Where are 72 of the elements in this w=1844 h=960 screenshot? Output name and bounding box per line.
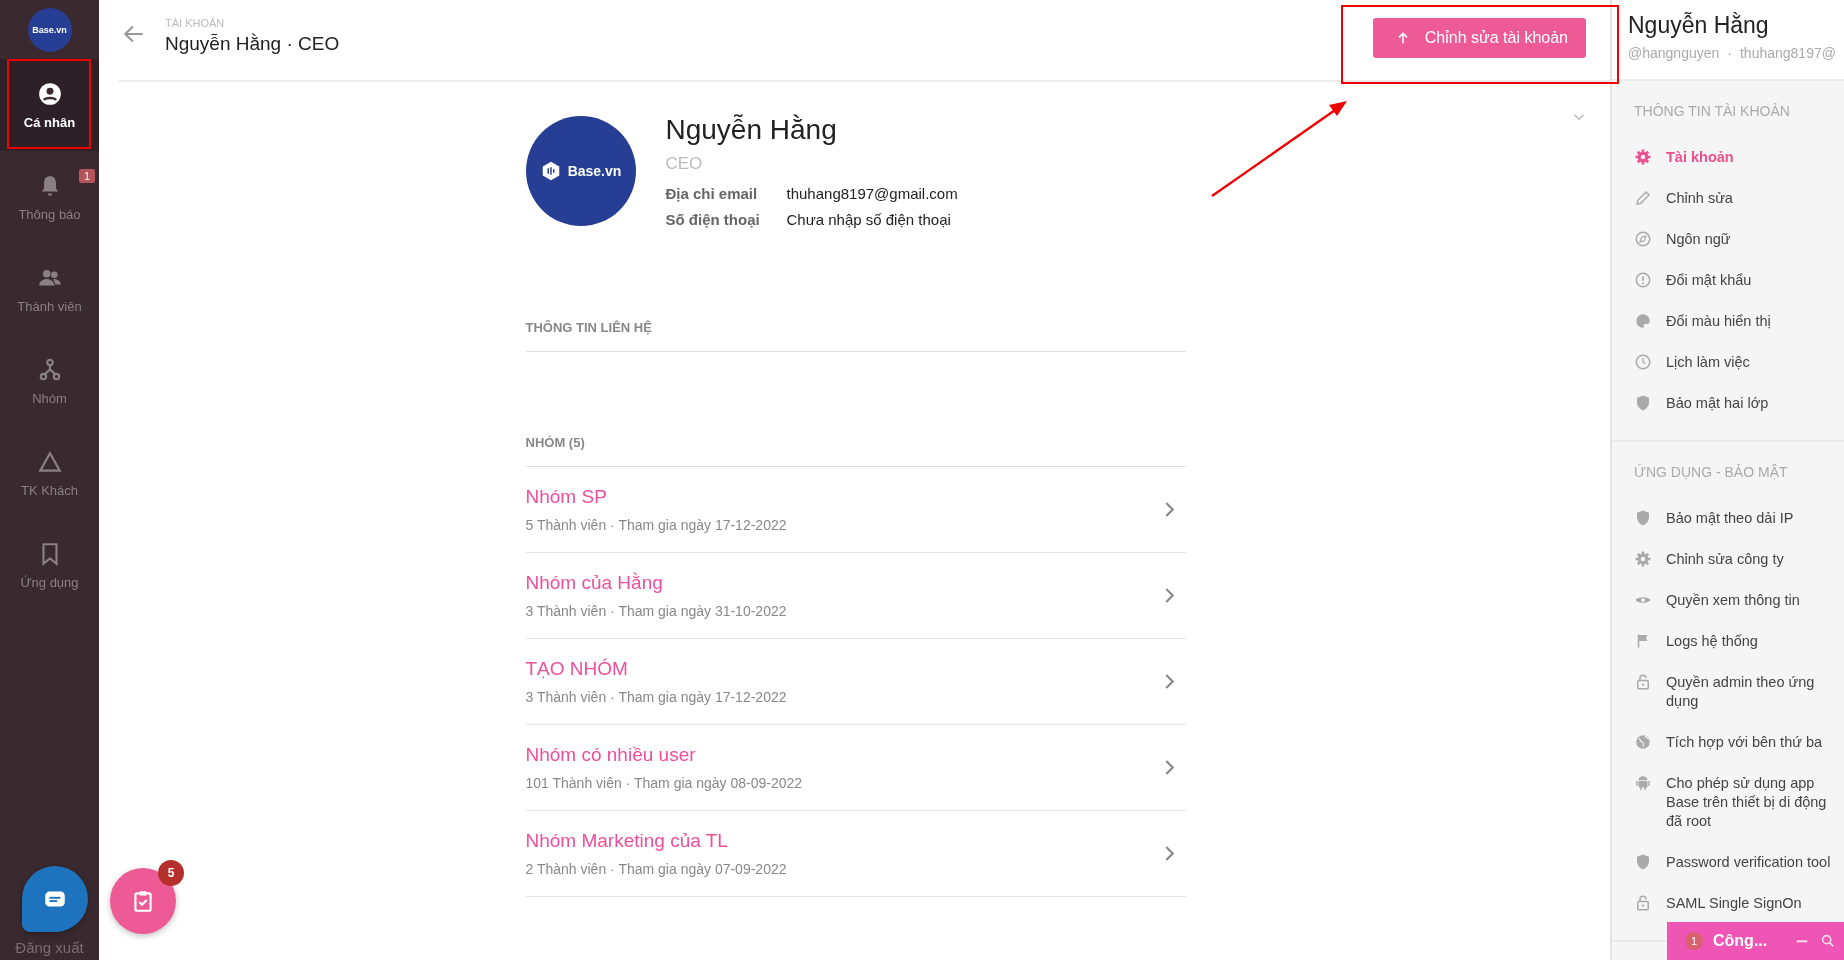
shield-icon: [1634, 853, 1652, 871]
group-row[interactable]: TẠO NHÓM 3 Thành viên · Tham gia ngày 17-12-2022: [525, 639, 1186, 725]
count-badge: 5: [158, 860, 184, 886]
group-row[interactable]: Nhóm của Hằng 3 Thành viên · Tham gia ngày 31-10-2022: [525, 553, 1186, 639]
profile-role: CEO: [665, 154, 704, 174]
group-row[interactable]: Nhóm Marketing của TL 2 Thành viên · Tham gia ngày 07-09-2022: [525, 811, 1186, 897]
user-handle: @hangnguyen: [1628, 45, 1720, 61]
logo[interactable]: Base.vn: [27, 8, 72, 52]
section-heading: ỨNG DỤNG - BẢO MẬT: [1633, 464, 1789, 480]
field-label: Số điện thoại: [665, 211, 761, 228]
clock-icon: [1634, 353, 1652, 371]
breadcrumb: TÀI KHOẢN: [165, 17, 226, 29]
pencil-icon: [1634, 189, 1652, 207]
menu-item[interactable]: Logs hệ thống: [1612, 621, 1844, 662]
menu-item[interactable]: Đổi mật khẩu: [1612, 260, 1844, 301]
group-row[interactable]: Nhóm có nhiều user 101 Thành viên · Tham gia ngày 08-09-2022: [525, 725, 1186, 811]
count-badge: 1: [1685, 932, 1703, 950]
user-name: Nguyễn Hằng: [1628, 12, 1770, 39]
lock-icon: [1634, 673, 1652, 691]
nav-item[interactable]: Cá nhân: [0, 59, 99, 151]
menu-item[interactable]: Cho phép sử dụng app Base trên thiết bị di động đã root: [1612, 763, 1844, 842]
menu-item[interactable]: Quyền xem thông tin: [1612, 580, 1844, 621]
nav-item[interactable]: Ứng dụng: [0, 519, 99, 611]
menu-item[interactable]: SAML Single SignOn: [1612, 883, 1844, 924]
section-heading: THÔNG TIN TÀI KHOẢN: [1633, 103, 1791, 119]
alert-icon: [1634, 271, 1652, 289]
chevron-right-icon: [1164, 846, 1174, 861]
menu-item[interactable]: Đổi màu hiển thị: [1612, 301, 1844, 342]
menu-item[interactable]: Chỉnh sửa công ty: [1612, 539, 1844, 580]
globe-icon: [1634, 733, 1652, 751]
shield-icon: [1634, 509, 1652, 527]
section-heading: NHÓM (5): [525, 435, 1186, 467]
menu-item[interactable]: Tích hợp với bên thứ ba: [1612, 722, 1844, 763]
group-row[interactable]: Nhóm SP 5 Thành viên · Tham gia ngày 17-12-2022: [525, 467, 1186, 553]
chevron-right-icon: [1164, 760, 1174, 775]
lock-icon: [1634, 894, 1652, 912]
chevron-right-icon: [1164, 588, 1174, 603]
palette-icon: [1634, 312, 1652, 330]
menu-item[interactable]: Quyền admin theo ứng dụng: [1612, 662, 1844, 722]
section-heading: THÔNG TIN LIÊN HỆ: [525, 320, 1186, 352]
nav-item[interactable]: Nhóm: [0, 335, 99, 427]
search-icon[interactable]: [1820, 933, 1836, 949]
shield-icon: [1634, 394, 1652, 412]
separator: ·: [1727, 45, 1732, 61]
user-email: thuhang8197@: [1739, 45, 1836, 61]
field-value: thuhang8197@gmail.com: [786, 185, 958, 202]
task-button[interactable]: [110, 868, 176, 934]
user-icon: [36, 80, 63, 107]
avatar: Base.vn: [525, 116, 636, 226]
menu-item[interactable]: Bảo mật hai lớp: [1612, 383, 1844, 424]
notification-badge: 1: [78, 169, 95, 183]
compass-icon: [1634, 230, 1652, 248]
page-title: Nguyễn Hằng · CEO: [165, 33, 340, 55]
gear-icon: [1634, 148, 1652, 166]
nav-item[interactable]: Thông báo 1: [0, 151, 99, 243]
chat-title: Công...: [1713, 932, 1768, 950]
menu-item[interactable]: Chỉnh sửa: [1612, 178, 1844, 219]
menu-item[interactable]: Ngôn ngữ: [1612, 219, 1844, 260]
chevron-right-icon: [1164, 502, 1174, 517]
chat-bar[interactable]: 1 Công...: [1667, 922, 1844, 960]
nav-item[interactable]: TK Khách: [0, 427, 99, 519]
field-label: Địa chỉ email: [665, 185, 759, 202]
gear-icon: [1634, 550, 1652, 568]
field-value: Chưa nhập số điện thoại: [786, 211, 952, 228]
menu-item[interactable]: Lịch làm việc: [1612, 342, 1844, 383]
android-icon: [1634, 774, 1652, 792]
menu-item[interactable]: Password verification tool: [1612, 842, 1844, 883]
nav-item[interactable]: Thành viên: [0, 243, 99, 335]
chat-button[interactable]: [22, 866, 88, 932]
profile-name: Nguyễn Hằng: [665, 114, 838, 146]
menu-item[interactable]: Bảo mật theo dải IP: [1612, 498, 1844, 539]
chevron-right-icon: [1164, 674, 1174, 689]
